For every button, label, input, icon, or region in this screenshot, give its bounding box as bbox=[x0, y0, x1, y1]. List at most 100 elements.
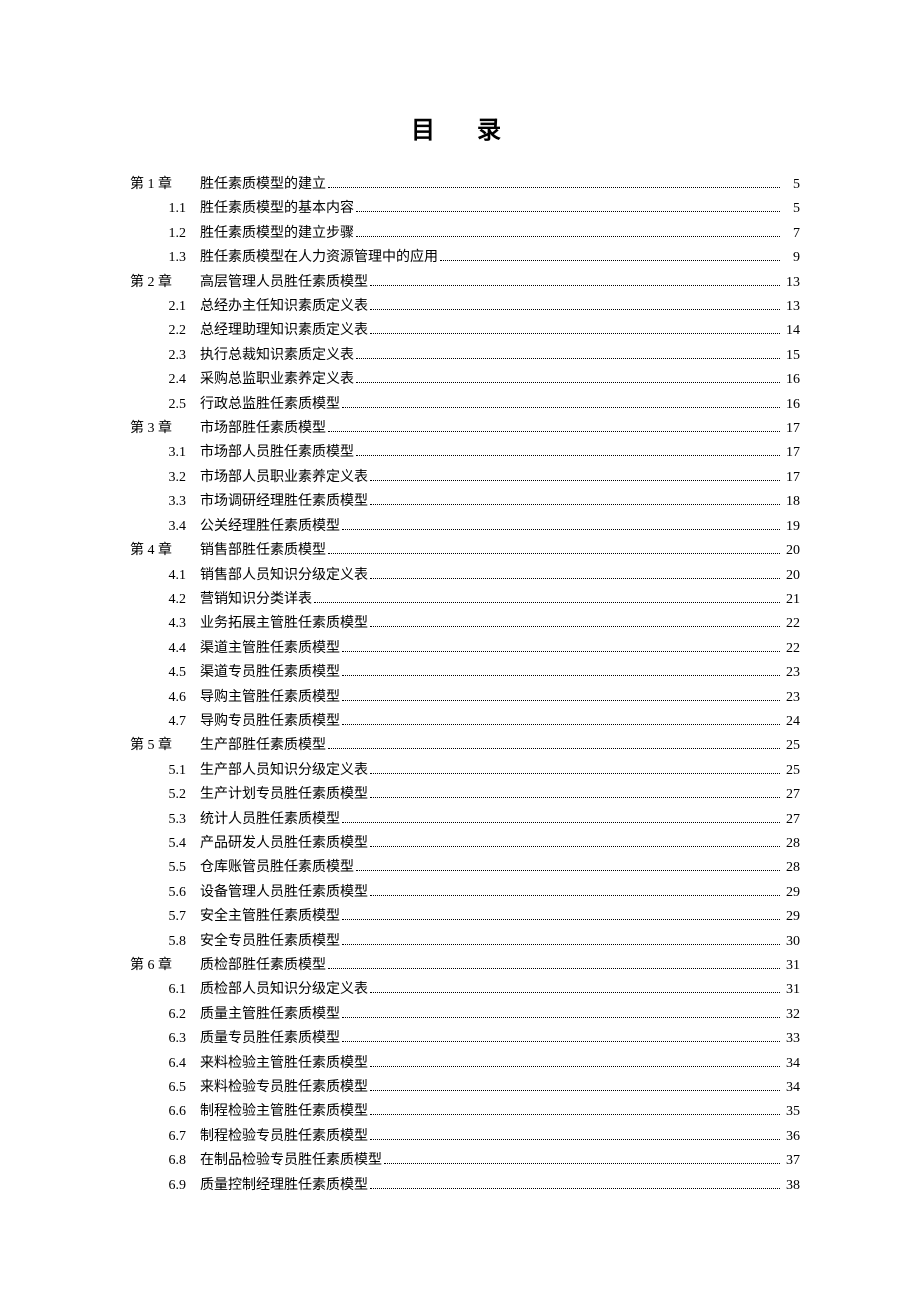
toc-leader bbox=[370, 493, 780, 505]
toc-entry-number: 6.8 bbox=[130, 1149, 200, 1173]
document-page: 目 录 第 1 章胜任素质模型的建立51.1胜任素质模型的基本内容51.2胜任素… bbox=[0, 0, 920, 1298]
toc-leader bbox=[370, 322, 780, 334]
toc-entry-page: 9 bbox=[782, 246, 800, 270]
toc-entry: 1.3胜任素质模型在人力资源管理中的应用9 bbox=[130, 246, 800, 270]
toc-entry-number: 第 5 章 bbox=[130, 734, 200, 758]
toc-entry-page: 19 bbox=[782, 515, 800, 539]
toc-entry-page: 16 bbox=[782, 393, 800, 417]
toc-entry: 5.2生产计划专员胜任素质模型27 bbox=[130, 783, 800, 807]
toc-entry-text: 产品研发人员胜任素质模型 bbox=[200, 832, 368, 856]
toc-entry: 5.4产品研发人员胜任素质模型 28 bbox=[130, 832, 800, 856]
toc-leader bbox=[370, 1103, 780, 1115]
toc-leader bbox=[356, 371, 780, 383]
toc-entry-page: 5 bbox=[782, 173, 800, 197]
toc-entry-text: 胜任素质模型的建立 bbox=[200, 173, 326, 197]
toc-entry-text: 渠道主管胜任素质模型 bbox=[200, 637, 340, 661]
toc-entry: 第 1 章胜任素质模型的建立 5 bbox=[130, 173, 800, 197]
toc-leader bbox=[342, 395, 780, 407]
toc-entry-text: 在制品检验专员胜任素质模型 bbox=[200, 1149, 382, 1173]
toc-entry-number: 5.8 bbox=[130, 930, 200, 954]
toc-entry: 6.2质量主管胜任素质模型32 bbox=[130, 1003, 800, 1027]
toc-entry-number: 2.4 bbox=[130, 368, 200, 392]
toc-entry-number: 5.2 bbox=[130, 783, 200, 807]
toc-entry-text: 渠道专员胜任素质模型 bbox=[200, 661, 340, 685]
toc-leader bbox=[370, 273, 780, 285]
toc-entry-page: 22 bbox=[782, 637, 800, 661]
toc-entry-text: 仓库账管员胜任素质模型 bbox=[200, 856, 354, 880]
toc-entry: 6.3质量专员胜任素质模型33 bbox=[130, 1027, 800, 1051]
toc-leader bbox=[342, 908, 780, 920]
toc-entry-text: 质检部人员知识分级定义表 bbox=[200, 978, 368, 1002]
toc-entry: 2.4采购总监职业素养定义表16 bbox=[130, 368, 800, 392]
toc-entry-page: 31 bbox=[782, 954, 800, 978]
toc-entry: 4.6导购主管胜任素质模型23 bbox=[130, 686, 800, 710]
toc-leader bbox=[328, 737, 780, 749]
toc-leader bbox=[370, 1176, 780, 1188]
toc-entry-text: 市场部胜任素质模型 bbox=[200, 417, 326, 441]
toc-entry-number: 2.5 bbox=[130, 393, 200, 417]
toc-entry-number: 5.4 bbox=[130, 832, 200, 856]
toc-leader bbox=[370, 566, 780, 578]
toc-entry-text: 总经理助理知识素质定义表 bbox=[200, 319, 368, 343]
toc-entry-number: 2.1 bbox=[130, 295, 200, 319]
toc-entry-number: 6.5 bbox=[130, 1076, 200, 1100]
toc-entry-page: 28 bbox=[782, 832, 800, 856]
toc-leader bbox=[356, 444, 780, 456]
toc-entry-number: 4.6 bbox=[130, 686, 200, 710]
toc-entry-number: 5.1 bbox=[130, 759, 200, 783]
toc-entry-page: 24 bbox=[782, 710, 800, 734]
toc-entry-number: 6.1 bbox=[130, 978, 200, 1002]
toc-entry-page: 17 bbox=[782, 417, 800, 441]
toc-entry-text: 制程检验专员胜任素质模型 bbox=[200, 1125, 368, 1149]
toc-entry: 5.6设备管理人员胜任素质模型29 bbox=[130, 881, 800, 905]
toc-entry: 3.3市场调研经理胜任素质模型18 bbox=[130, 490, 800, 514]
toc-entry: 2.1总经办主任知识素质定义表 13 bbox=[130, 295, 800, 319]
toc-entry: 3.1市场部人员胜任素质模型17 bbox=[130, 441, 800, 465]
toc-entry: 6.4来料检验主管胜任素质模型34 bbox=[130, 1052, 800, 1076]
toc-entry-page: 13 bbox=[782, 295, 800, 319]
toc-entry-text: 质量主管胜任素质模型 bbox=[200, 1003, 340, 1027]
toc-entry: 3.2市场部人员职业素养定义表17 bbox=[130, 466, 800, 490]
toc-entry: 第 6 章质检部胜任素质模型31 bbox=[130, 954, 800, 978]
toc-entry-page: 34 bbox=[782, 1076, 800, 1100]
toc-leader bbox=[370, 981, 780, 993]
toc-entry-number: 2.2 bbox=[130, 319, 200, 343]
toc-entry: 5.1生产部人员知识分级定义表25 bbox=[130, 759, 800, 783]
toc-entry-page: 5 bbox=[782, 197, 800, 221]
toc-leader bbox=[328, 542, 780, 554]
toc-entry-text: 来料检验主管胜任素质模型 bbox=[200, 1052, 368, 1076]
toc-entry-number: 6.3 bbox=[130, 1027, 200, 1051]
toc-entry-number: 6.4 bbox=[130, 1052, 200, 1076]
toc-entry: 6.8在制品检验专员胜任素质模型37 bbox=[130, 1149, 800, 1173]
toc-entry-number: 1.1 bbox=[130, 197, 200, 221]
toc-entry-number: 3.3 bbox=[130, 490, 200, 514]
toc-entry-page: 27 bbox=[782, 783, 800, 807]
toc-entry-page: 25 bbox=[782, 759, 800, 783]
toc-entry-page: 32 bbox=[782, 1003, 800, 1027]
toc-leader bbox=[328, 957, 780, 969]
toc-entry-page: 33 bbox=[782, 1027, 800, 1051]
toc-entry-text: 质检部胜任素质模型 bbox=[200, 954, 326, 978]
toc-entry: 4.2营销知识分类详表21 bbox=[130, 588, 800, 612]
toc-leader bbox=[370, 1079, 780, 1091]
toc-entry-text: 总经办主任知识素质定义表 bbox=[200, 295, 368, 319]
toc-entry-number: 2.3 bbox=[130, 344, 200, 368]
toc-entry-number: 第 3 章 bbox=[130, 417, 200, 441]
toc-entry-page: 23 bbox=[782, 686, 800, 710]
toc-entry-text: 生产部胜任素质模型 bbox=[200, 734, 326, 758]
toc-entry-number: 6.7 bbox=[130, 1125, 200, 1149]
toc-leader bbox=[370, 835, 780, 847]
toc-entry-page: 25 bbox=[782, 734, 800, 758]
toc-entry-number: 6.9 bbox=[130, 1174, 200, 1198]
toc-entry-number: 3.4 bbox=[130, 515, 200, 539]
toc-entry-number: 第 1 章 bbox=[130, 173, 200, 197]
toc-entry: 1.1胜任素质模型的基本内容5 bbox=[130, 197, 800, 221]
toc-entry-number: 第 4 章 bbox=[130, 539, 200, 563]
toc-entry-page: 35 bbox=[782, 1100, 800, 1124]
toc-entry-number: 1.2 bbox=[130, 222, 200, 246]
toc-entry-number: 4.5 bbox=[130, 661, 200, 685]
toc-leader bbox=[370, 1128, 780, 1140]
toc-entry-text: 业务拓展主管胜任素质模型 bbox=[200, 612, 368, 636]
toc-leader bbox=[384, 1152, 780, 1164]
toc-entry: 4.4渠道主管胜任素质模型22 bbox=[130, 637, 800, 661]
